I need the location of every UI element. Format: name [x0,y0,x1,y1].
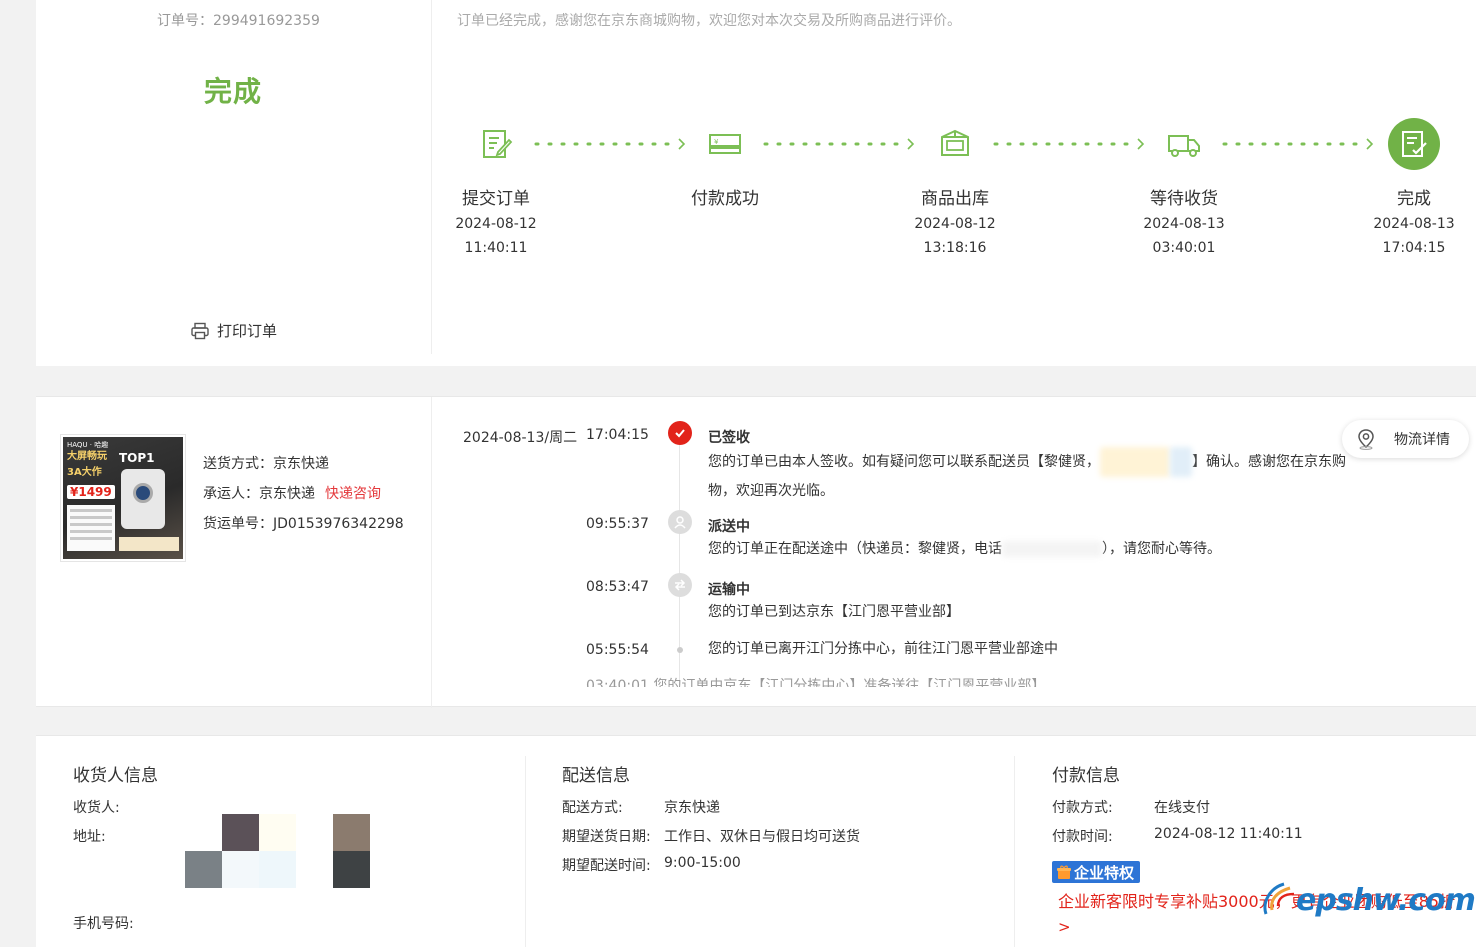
timeline-desc-text: 您的订单正在配送途中（快递员：黎健贤，电话 [708,541,1002,557]
delivery-time-value: 9:00-15:00 [664,855,741,871]
step-label: 提交订单 [462,189,530,209]
step-time: 03:40:01 [1152,240,1216,256]
watermark-logo-icon [1263,882,1295,915]
step-time: 17:04:15 [1382,240,1446,256]
tracking-number: 货运单号：JD0153976342298 [203,516,404,532]
payment-method-label: 付款方式: [1052,800,1113,816]
document-edit-icon [470,118,522,170]
carrier-name: 承运人：京东快递 [203,486,315,502]
gift-icon [1057,865,1071,879]
timeline-title: 已签收 [708,430,750,446]
delivery-method-value: 京东快递 [664,800,720,816]
product-headline: 3A大作 [67,467,102,478]
location-pin-icon [1358,429,1374,450]
product-thumbnail[interactable]: HAQU · 哈趣 大屏畅玩 3A大作 ¥1499 TOP1 [60,434,186,562]
receiver-address-label: 地址: [73,829,106,845]
timeline-dot [677,647,683,653]
product-headline: 大屏畅玩 [67,451,107,462]
check-document-icon [1388,118,1440,170]
step-date: 2024-08-12 [455,216,537,232]
zigzag-edge [36,356,1476,370]
logistics-detail-label: 物流详情 [1394,432,1450,448]
enterprise-privilege-badge[interactable]: 企业特权 [1052,861,1141,883]
timeline-time: 09:55:37 [586,516,649,532]
timeline-time: 08:53:47 [586,579,649,595]
redacted-address [185,814,375,889]
step-label: 完成 [1397,189,1431,209]
courier-inquiry-link[interactable]: 快递咨询 [325,486,381,502]
feature-list [67,505,115,551]
payment-time-label: 付款时间: [1052,829,1113,845]
timeline-desc-text: 您的订单已由本人签收。如有疑问您可以联系配送员【黎健贤， [708,454,1100,470]
timeline-date: 2024-08-13/周二 [463,430,578,446]
delivery-method-label: 配送方式: [562,800,623,816]
product-image: HAQU · 哈趣 大屏畅玩 3A大作 ¥1499 TOP1 [63,437,183,559]
product-price: ¥1499 [67,485,115,499]
timeline-desc: 您的订单已到达京东【江门恩平营业部】 [708,604,960,620]
step-date: 2024-08-13 [1373,216,1455,232]
progress-step-complete: 完成 2024-08-13 17:04:15 [1344,118,1476,257]
timeline-desc-text: ），请您耐心等待。 [1102,541,1221,557]
svg-text:¥: ¥ [714,138,719,146]
watermark-text: epshw.com [1296,882,1476,918]
enterprise-badge-label: 企业特权 [1074,863,1135,882]
payment-card-icon: ¥ [699,118,751,170]
timeline-title: 派送中 [708,519,750,535]
product-brand: HAQU · 哈趣 [67,441,109,449]
payment-title: 付款信息 [1052,766,1120,786]
redacted-phone [1002,541,1102,557]
timeline-overflow-row: 03:40:01 您的订单由京东【江门分拣中心】准备送往【江门恩平营业部】 [586,678,1046,687]
delivery-time-label: 期望配送时间: [562,858,651,874]
logistics-panel: HAQU · 哈趣 大屏畅玩 3A大作 ¥1499 TOP1 送货方式：京东快递… [36,396,1476,708]
progress-step-payment: ¥ 付款成功 [655,118,795,215]
logistics-detail-button[interactable]: 物流详情 [1342,420,1469,458]
product-badge: TOP1 [119,451,155,465]
projector-illustration [121,469,165,529]
enterprise-more-link[interactable]: > [1058,918,1071,936]
site-watermark: epshw.com [1260,880,1476,920]
delivery-date-label: 期望送货日期: [562,829,651,845]
step-label: 商品出库 [921,189,989,209]
redacted-phone [1100,447,1170,477]
delivery-truck-icon [1158,118,1210,170]
divider [1014,756,1015,947]
delivery-title: 配送信息 [562,766,630,786]
carrier-row: 承运人：京东快递 快递咨询 [203,483,381,503]
order-status-panel: 订单号：299491692359 完成 打印订单 订单已经完成，感谢您在京东商城… [36,0,1476,370]
receiver-title: 收货人信息 [73,766,158,786]
transit-icon [668,573,692,597]
check-circle-icon [668,421,692,445]
divider [525,756,526,947]
timeline-desc: 您的订单已离开江门分拣中心，前往江门恩平营业部途中 [708,641,1058,657]
promo-strip [119,537,179,551]
payment-method-value: 在线支付 [1154,800,1210,816]
step-date: 2024-08-12 [914,216,996,232]
divider [431,397,432,708]
step-label: 等待收货 [1150,189,1218,209]
timeline-desc: 您的订单正在配送途中（快递员：黎健贤，电话 ），请您耐心等待。 [708,535,1348,563]
payment-time-value: 2024-08-12 11:40:11 [1154,826,1303,842]
shipping-method: 送货方式：京东快递 [203,456,329,472]
package-box-icon [929,118,981,170]
receiver-name-label: 收货人: [73,800,120,816]
order-complete-message: 订单已经完成，感谢您在京东商城购物，欢迎您对本次交易及所购商品进行评价。 [457,13,961,29]
timeline-title: 运输中 [708,582,750,598]
timeline-time: 17:04:15 [586,427,649,443]
receiver-phone-label: 手机号码: [73,916,134,932]
courier-icon [668,510,692,534]
redacted-phone [1170,447,1192,477]
timeline-time: 05:55:54 [586,642,649,658]
step-date: 2024-08-13 [1143,216,1225,232]
order-status-title: 完成 [204,75,263,108]
step-time: 11:40:11 [464,240,528,256]
step-label: 付款成功 [691,189,759,209]
timeline-desc: 您的订单已由本人签收。如有疑问您可以联系配送员【黎健贤， 】确认。感谢您在京东购物… [708,447,1348,505]
order-number: 订单号：299491692359 [157,13,320,29]
print-order-button[interactable]: 打印订单 [190,320,277,341]
printer-icon [191,322,209,339]
print-order-label: 打印订单 [217,322,278,340]
step-time: 13:18:16 [923,240,987,256]
delivery-date-value: 工作日、双休日与假日均可送货 [664,829,860,845]
